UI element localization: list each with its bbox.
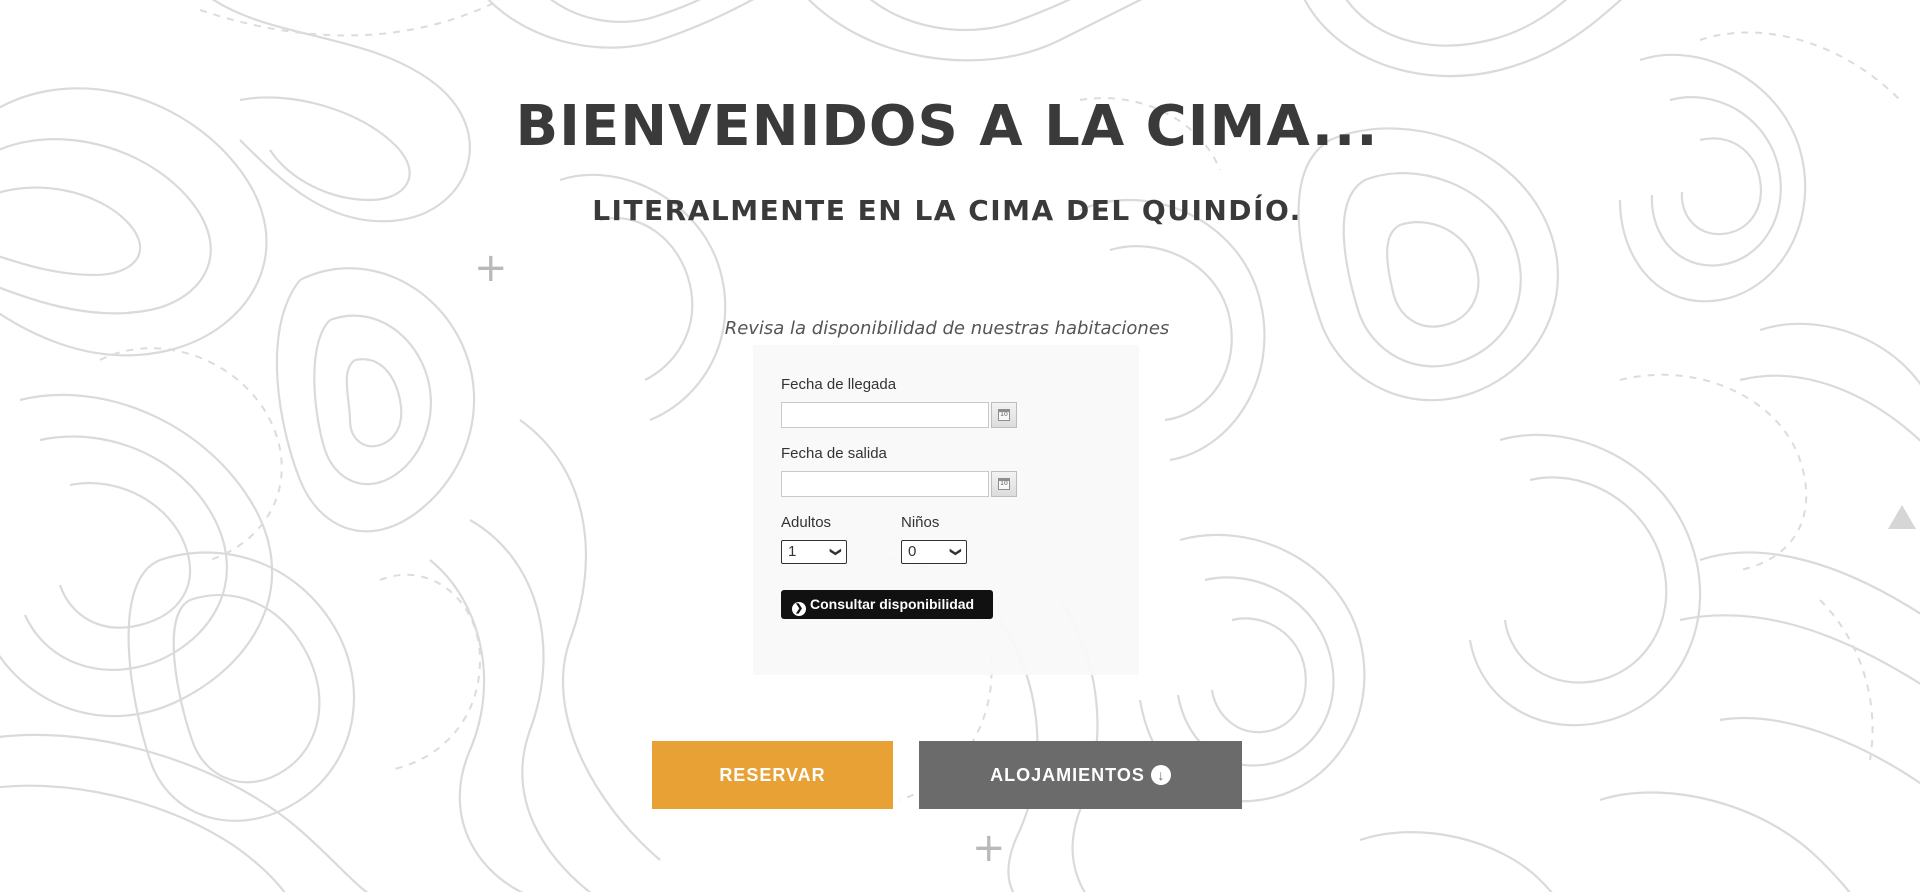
calendar-icon: 10 — [998, 478, 1010, 490]
departure-date-label: Fecha de salida — [781, 445, 887, 462]
page-subtitle: LITERALMENTE EN LA CIMA DEL QUINDÍO. — [592, 194, 1302, 227]
chevron-down-icon: ❯ — [949, 547, 962, 557]
arrival-calendar-button[interactable]: 10 — [991, 402, 1017, 428]
children-select[interactable]: 0 ❯ — [901, 540, 967, 564]
adults-label: Adultos — [781, 514, 832, 531]
arrival-date-input[interactable] — [781, 402, 989, 428]
calendar-icon: 10 — [998, 409, 1010, 421]
departure-date-input[interactable] — [781, 471, 989, 497]
plus-icon: + — [474, 245, 508, 291]
circle-arrow-down-icon: ↓ — [1150, 765, 1171, 785]
lodging-button-label: ALOJAMIENTOS — [990, 765, 1145, 785]
booking-panel — [753, 345, 1139, 675]
availability-caption: Revisa la disponibilidad de nuestras hab… — [724, 318, 1170, 339]
children-select-value: 0 — [908, 543, 917, 560]
page-title: BIENVENIDOS A LA CIMA... — [515, 94, 1379, 159]
arrival-date-label: Fecha de llegada — [781, 376, 897, 393]
children-label: Niños — [901, 514, 940, 531]
plus-icon: + — [972, 825, 1006, 871]
reserve-button[interactable]: RESERVAR — [652, 741, 893, 809]
triangle-up-icon[interactable] — [1888, 505, 1916, 529]
adults-select-value: 1 — [788, 543, 797, 560]
check-availability-label: Consultar disponibilidad — [810, 596, 975, 612]
hero-section: BIENVENIDOS A LA CIMA... LITERALMENTE EN… — [0, 0, 1920, 892]
check-availability-button[interactable]: ❯ Consultar disponibilidad — [781, 590, 993, 619]
chevron-down-icon: ❯ — [829, 547, 842, 557]
circle-arrow-right-icon: ❯ — [792, 602, 806, 616]
lodging-button[interactable]: ALOJAMIENTOS ↓ — [919, 741, 1242, 809]
reserve-button-label: RESERVAR — [719, 765, 826, 785]
departure-calendar-button[interactable]: 10 — [991, 471, 1017, 497]
adults-select[interactable]: 1 ❯ — [781, 540, 847, 564]
